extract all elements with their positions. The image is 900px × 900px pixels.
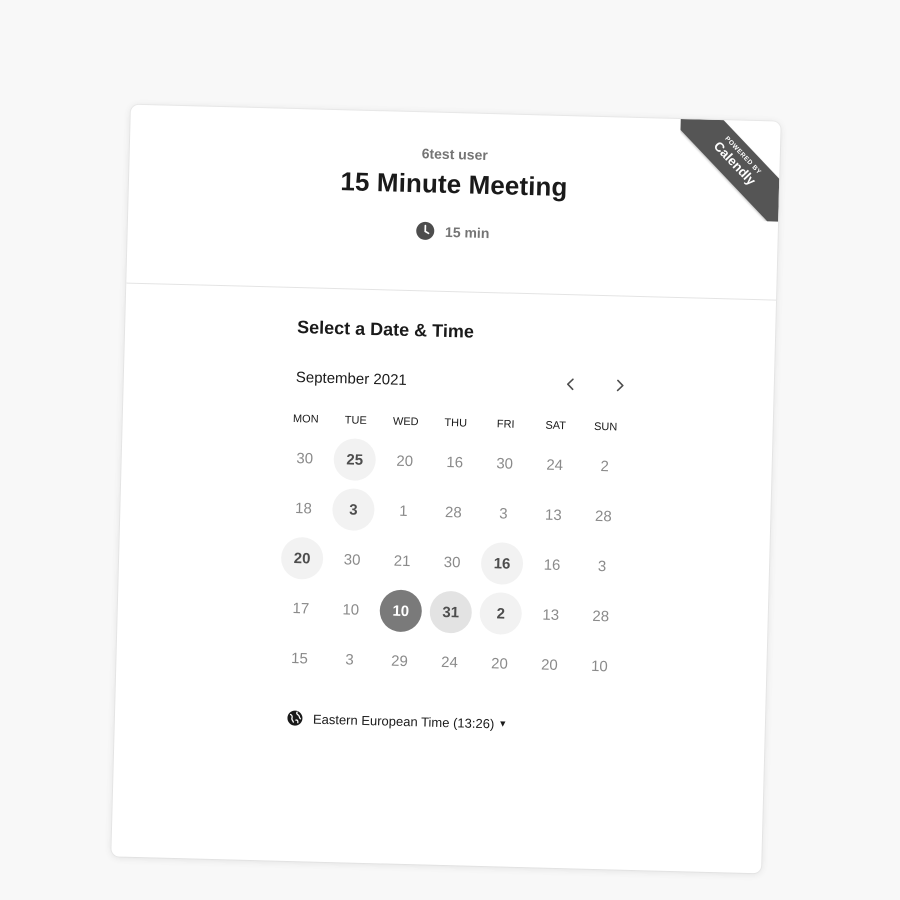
day-number: 20 — [490, 654, 509, 673]
weekday-mon: MON — [292, 412, 319, 426]
day-number[interactable]: 31 — [429, 590, 473, 634]
calendar-day: 18 — [278, 483, 329, 534]
duration-label: 15 min — [444, 223, 490, 241]
weekday-sat: SAT — [545, 419, 567, 433]
calendar-day: 16 — [526, 539, 577, 590]
next-month-button[interactable] — [604, 370, 635, 401]
calendar-day: 21 — [376, 535, 427, 586]
day-number: 30 — [496, 454, 514, 473]
day-number: 3 — [597, 557, 607, 575]
day-number[interactable]: 10 — [379, 589, 423, 633]
day-number[interactable]: 3 — [331, 488, 375, 532]
day-number: 28 — [592, 607, 610, 625]
day-number: 29 — [390, 652, 409, 670]
day-number: 1 — [399, 502, 408, 520]
day-number: 20 — [396, 452, 414, 470]
calendar-day: 30 — [426, 537, 477, 588]
event-header: 6test user 15 Minute Meeting 15 min POWE… — [126, 104, 781, 301]
caret-down-icon: ▼ — [498, 718, 508, 729]
weekday-sun: SUN — [593, 420, 618, 434]
calendar-day: 2 — [579, 440, 630, 491]
day-number: 30 — [296, 449, 314, 468]
chevron-left-icon — [566, 378, 574, 391]
calendar-day: 3 — [576, 540, 627, 591]
calendar-day: 10 — [574, 640, 625, 691]
day-number: 16 — [543, 556, 561, 574]
calendar-day: 30 — [326, 534, 377, 585]
timezone-selector[interactable]: Eastern European Time (13:26) ▼ — [287, 710, 508, 732]
day-number[interactable]: 2 — [479, 591, 523, 636]
calendar-day: 24 — [424, 637, 475, 688]
booking-card: 6test user 15 Minute Meeting 15 min POWE… — [111, 104, 781, 874]
calendar-day: 20 — [524, 639, 575, 690]
day-number: 24 — [546, 456, 564, 474]
day-number: 13 — [542, 606, 560, 624]
calendar-day: 29 — [374, 635, 425, 686]
timezone-name: Eastern European Time — [312, 711, 450, 730]
calendar-day: 10 — [325, 584, 376, 635]
calendar-day: 28 — [578, 490, 629, 541]
weekday-tue: TUE — [344, 414, 367, 427]
day-number: 13 — [544, 506, 562, 524]
calendar-day: 15 — [274, 633, 325, 684]
calendar-day: 20 — [379, 435, 430, 486]
calendar-day-available[interactable]: 20 — [276, 533, 327, 584]
calendar-day: 1 — [378, 485, 429, 536]
globe-icon — [287, 710, 303, 726]
date-picker-section: Select a Date & Time September 2021 MON T… — [111, 284, 776, 874]
calendar-day: 28 — [428, 487, 479, 538]
day-number: 10 — [342, 600, 360, 619]
powered-by-ribbon[interactable]: POWERED BY Calendly — [678, 119, 781, 222]
day-number[interactable]: 16 — [480, 541, 524, 586]
calendar-day-available[interactable]: 25 — [329, 434, 380, 485]
day-number: 28 — [444, 503, 462, 521]
day-number: 17 — [292, 599, 310, 617]
calendar-day-available[interactable]: 3 — [328, 484, 379, 535]
chevron-right-icon — [616, 379, 624, 392]
weekday-thu: THU — [444, 416, 468, 430]
brand-label: Calendly — [710, 138, 759, 189]
day-number[interactable]: 25 — [333, 438, 377, 482]
day-number[interactable]: 20 — [280, 536, 324, 580]
calendar-day: 3 — [478, 488, 529, 539]
day-number: 3 — [498, 504, 508, 523]
calendar-day: 28 — [575, 590, 626, 641]
day-number: 10 — [590, 657, 608, 675]
day-number: 28 — [594, 507, 612, 525]
timezone-time: (13:26) — [452, 714, 495, 731]
calendar-day-selected[interactable]: 10 — [375, 585, 426, 636]
calendar-day: 17 — [275, 583, 326, 634]
calendar-grid: MON TUE WED THU FRI SAT SUN 30 25 20 16 30 24 2 18 3 1 2… — [274, 407, 631, 692]
clock-icon — [416, 221, 435, 240]
day-number: 18 — [294, 499, 313, 517]
section-title: Select a Date & Time — [296, 317, 475, 342]
day-number: 15 — [290, 649, 309, 667]
day-number: 30 — [443, 553, 461, 571]
calendar-day-available[interactable]: 16 — [476, 538, 527, 589]
day-number: 20 — [540, 656, 558, 674]
month-label: September 2021 — [295, 369, 407, 389]
calendar-day: 13 — [525, 589, 576, 640]
weekday-wed: WED — [392, 415, 419, 429]
day-number: 21 — [393, 552, 411, 570]
weekday-fri: FRI — [496, 418, 515, 431]
day-number: 2 — [600, 457, 610, 475]
day-number: 16 — [446, 453, 464, 471]
calendar-day: 13 — [528, 489, 579, 540]
day-number: 3 — [345, 650, 354, 669]
calendar-day-available[interactable]: 2 — [475, 588, 526, 639]
calendly-badge[interactable]: POWERED BY Calendly — [678, 119, 781, 222]
calendar-day: 3 — [324, 634, 375, 685]
calendar-days: 30 25 20 16 30 24 2 18 3 1 28 3 13 28 20 30 21 30 16 16 3 17 1… — [274, 433, 630, 692]
calendar-day: 16 — [429, 437, 480, 488]
calendar-day: 20 — [474, 638, 525, 689]
day-number: 30 — [343, 550, 361, 569]
calendar-day: 30 — [479, 438, 530, 489]
calendar-day-available[interactable]: 31 — [425, 587, 476, 638]
calendar-day: 30 — [279, 433, 330, 484]
day-number: 24 — [440, 653, 459, 671]
previous-month-button[interactable] — [555, 369, 586, 400]
calendar-day: 24 — [529, 439, 580, 490]
